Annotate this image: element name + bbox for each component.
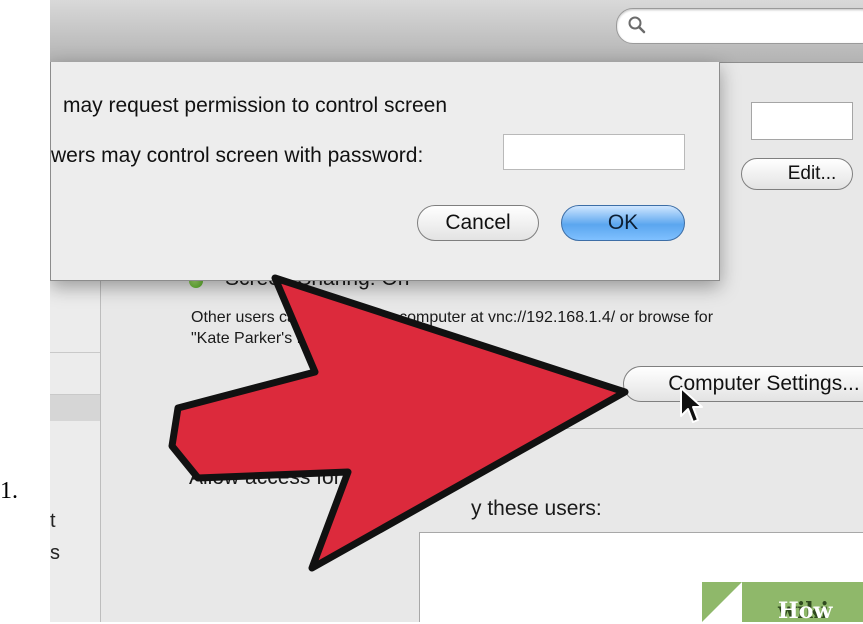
wikihow-watermark: wiki How bbox=[702, 582, 863, 624]
watermark-corner bbox=[702, 582, 742, 622]
mouse-cursor-icon bbox=[680, 387, 703, 423]
screen-sharing-preferences-window: t s Edit... Screen Sharing: On Other use… bbox=[50, 0, 863, 622]
list-number: 1. bbox=[0, 478, 18, 504]
logo-how: How bbox=[778, 598, 833, 624]
pointing-arrow-overlay bbox=[168, 274, 629, 572]
arrow-shape bbox=[168, 274, 629, 572]
